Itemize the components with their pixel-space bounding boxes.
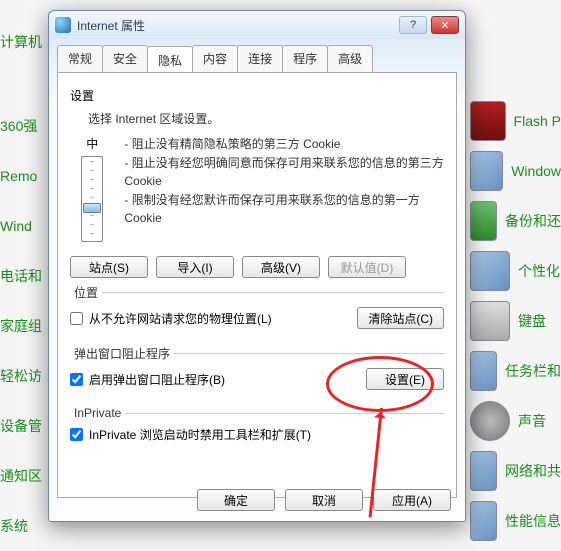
settings-heading: 设置: [70, 87, 444, 104]
privacy-level-desc: 阻止没有精简隐私策略的第三方 Cookie 阻止没有经您明确同意而保存可用来联系…: [124, 135, 444, 242]
privacy-level-label: 中: [70, 135, 114, 152]
personalize-icon: [470, 251, 510, 291]
sound-icon: [470, 401, 510, 441]
bg-link[interactable]: 任务栏和: [470, 346, 561, 396]
popup-checkbox-label[interactable]: 启用弹出窗口阻止程序(B): [70, 371, 225, 388]
bg-link[interactable]: 360强: [0, 101, 47, 151]
cancel-button[interactable]: 取消: [285, 489, 363, 511]
bg-link[interactable]: 计算机: [0, 17, 47, 67]
bg-link[interactable]: Wind: [0, 201, 47, 251]
import-button[interactable]: 导入(I): [156, 256, 234, 278]
bg-right-column: Flash P Window 备份和还 个性化 键盘 任务栏和 声音 网络和共 …: [470, 0, 561, 527]
location-checkbox-label[interactable]: 从不允许网站请求您的物理位置(L): [70, 310, 272, 327]
titlebar[interactable]: Internet 属性 ? ✕: [49, 11, 465, 39]
tab-privacy[interactable]: 隐私: [147, 46, 193, 73]
tab-advanced[interactable]: 高级: [327, 45, 373, 72]
dialog-footer: 确定 取消 应用(A): [197, 489, 451, 511]
privacy-slider[interactable]: [81, 156, 103, 242]
bg-left-column: 计算机 360强 Remo Wind 电话和 家庭组 轻松访 设备管 通知区 系…: [0, 0, 47, 527]
tab-content[interactable]: 内容: [192, 45, 238, 72]
bg-link[interactable]: 系统: [0, 501, 47, 551]
dialog-title: Internet 属性: [77, 17, 399, 34]
bg-link[interactable]: 键盘: [470, 296, 561, 346]
bg-link[interactable]: 设备管: [0, 401, 47, 451]
inprivate-checkbox[interactable]: [70, 428, 83, 441]
network-icon: [470, 451, 497, 491]
ie-icon: [55, 17, 71, 33]
advanced-button[interactable]: 高级(V): [242, 256, 320, 278]
default-button[interactable]: 默认值(D): [328, 256, 406, 278]
bg-link[interactable]: 性能信息: [470, 496, 561, 546]
flash-icon: [470, 101, 506, 141]
settings-desc: 选择 Internet 区域设置。: [88, 110, 444, 127]
backup-icon: [470, 201, 497, 241]
bg-link[interactable]: 备份和还: [470, 196, 561, 246]
bg-link[interactable]: 通知区: [0, 451, 47, 501]
tab-panel-privacy: 设置 选择 Internet 区域设置。 中 阻止没有精简隐私策略的第三方 Co…: [57, 72, 457, 498]
inprivate-checkbox-label[interactable]: InPrivate 浏览启动时禁用工具栏和扩展(T): [70, 426, 444, 443]
bg-link[interactable]: 网络和共: [470, 446, 561, 496]
location-legend: 位置: [70, 284, 102, 301]
bg-link[interactable]: 声音: [470, 396, 561, 446]
bg-link[interactable]: 个性化: [470, 246, 561, 296]
location-group: 位置 从不允许网站请求您的物理位置(L) 清除站点(C): [70, 284, 444, 339]
popup-blocker-group: 弹出窗口阻止程序 启用弹出窗口阻止程序(B) 设置(E): [70, 345, 444, 400]
clear-sites-button[interactable]: 清除站点(C): [357, 307, 444, 329]
tab-programs[interactable]: 程序: [282, 45, 328, 72]
apply-button[interactable]: 应用(A): [373, 489, 451, 511]
internet-properties-dialog: Internet 属性 ? ✕ 常规 安全 隐私 内容 连接 程序 高级 设置 …: [48, 10, 466, 522]
popup-legend: 弹出窗口阻止程序: [70, 345, 174, 362]
help-button[interactable]: ?: [399, 16, 427, 34]
tab-connections[interactable]: 连接: [237, 45, 283, 72]
tab-security[interactable]: 安全: [102, 45, 148, 72]
bg-link[interactable]: 家庭组: [0, 301, 47, 351]
perf-icon: [470, 501, 497, 541]
tabstrip: 常规 安全 隐私 内容 连接 程序 高级: [49, 39, 465, 72]
popup-checkbox[interactable]: [70, 373, 83, 386]
bg-link[interactable]: Window: [470, 146, 561, 196]
ok-button[interactable]: 确定: [197, 489, 275, 511]
taskbar-icon: [470, 351, 497, 391]
bg-link[interactable]: 电话和: [0, 251, 47, 301]
tab-general[interactable]: 常规: [57, 45, 103, 72]
popup-settings-button[interactable]: 设置(E): [366, 368, 444, 390]
bg-link[interactable]: 轻松访: [0, 351, 47, 401]
close-button[interactable]: ✕: [431, 16, 459, 34]
windows-icon: [470, 151, 503, 191]
keyboard-icon: [470, 301, 510, 341]
sites-button[interactable]: 站点(S): [70, 256, 148, 278]
inprivate-group: InPrivate InPrivate 浏览启动时禁用工具栏和扩展(T): [70, 406, 444, 453]
bg-link[interactable]: Flash P: [470, 96, 561, 146]
location-checkbox[interactable]: [70, 312, 83, 325]
bg-link[interactable]: Remo: [0, 151, 47, 201]
inprivate-legend: InPrivate: [70, 406, 125, 420]
